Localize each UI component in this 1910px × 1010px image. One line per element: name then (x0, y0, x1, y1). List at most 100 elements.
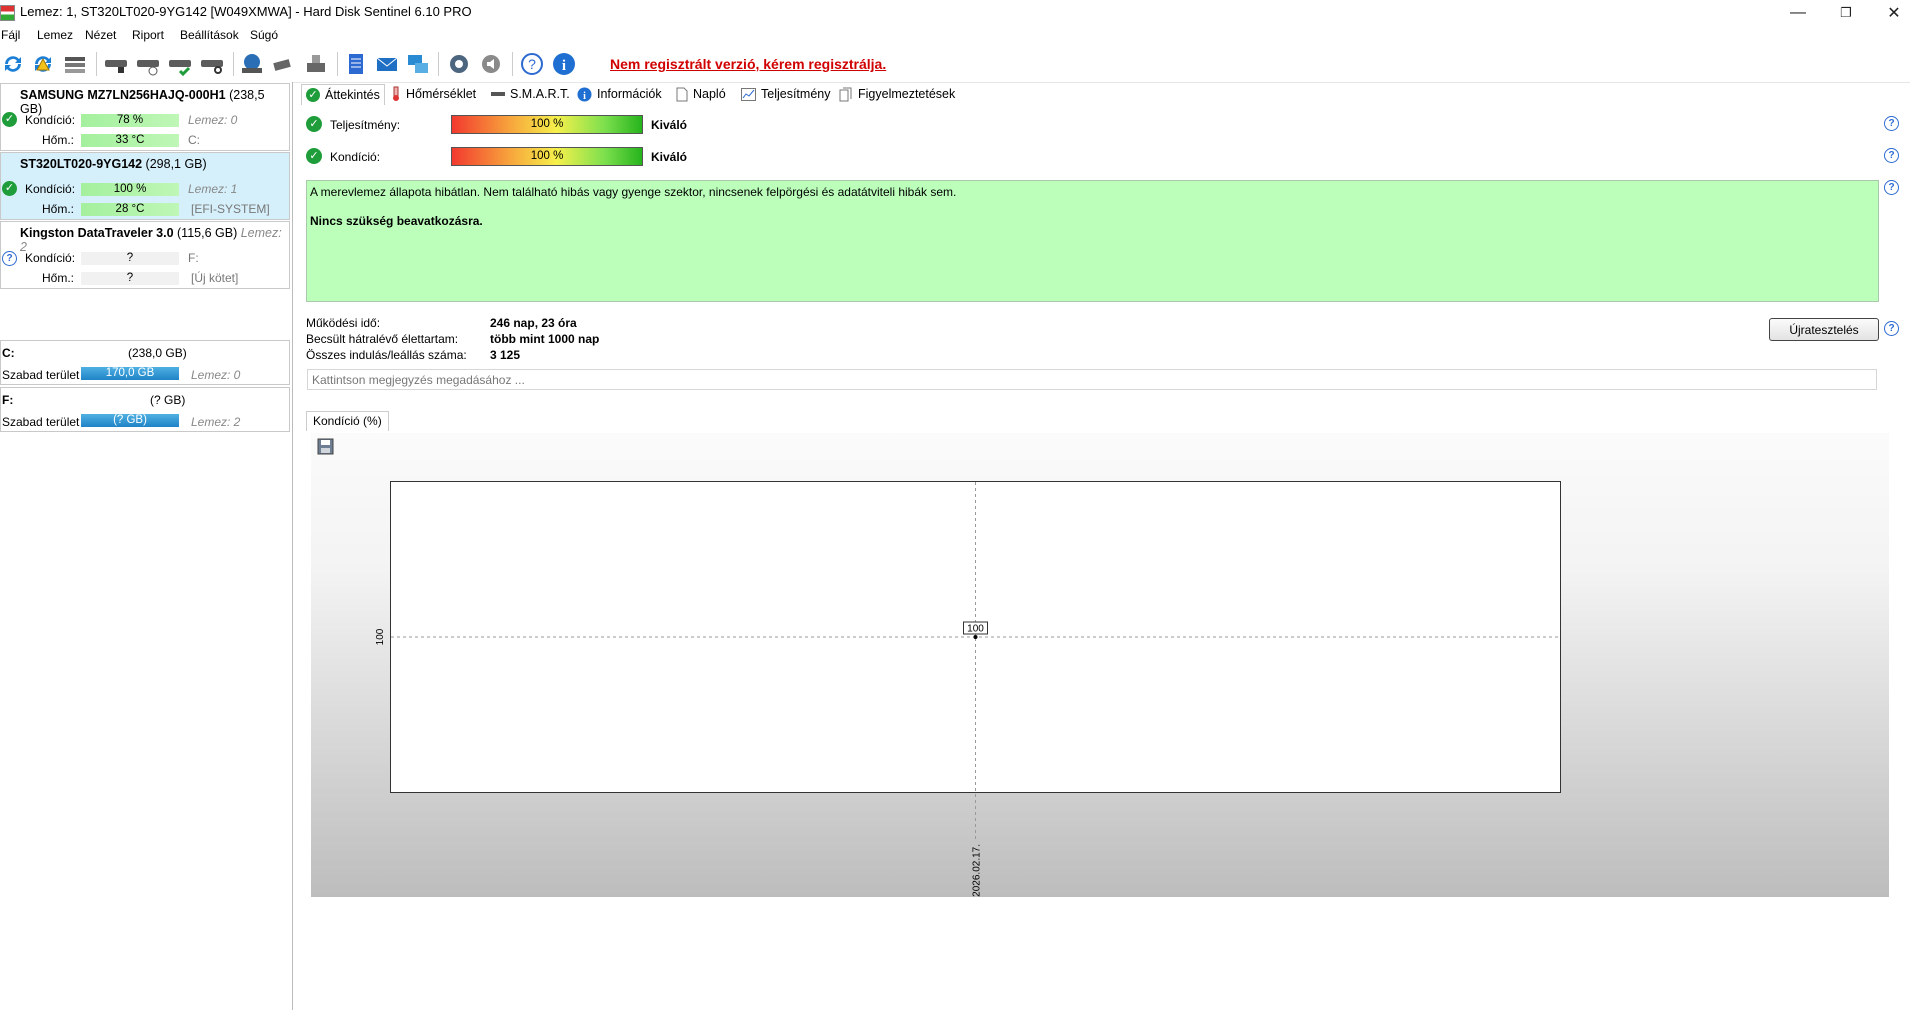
disk-name: ST320LT020-9YG142 (298,1 GB) (20, 157, 207, 171)
condition-label: Kondíció: (330, 150, 381, 164)
condition-label: Kondíció: (25, 113, 76, 127)
tab-smart[interactable]: S.M.A.R.T. (491, 84, 570, 104)
menu-view[interactable]: Nézet (85, 28, 116, 42)
status-action: Nincs szükség beavatkozásra. (310, 214, 483, 228)
svg-text:i: i (583, 91, 586, 102)
retest-button[interactable]: Újratesztelés (1769, 318, 1879, 341)
note-input[interactable]: Kattintson megjegyzés megadásához ... (307, 369, 1877, 390)
title-bar: Lemez: 1, ST320LT020-9YG142 [W049XMWA] -… (0, 0, 1910, 26)
condition-rating: Kiváló (651, 150, 688, 164)
temperature-label: Hőm.: (42, 202, 75, 216)
menu-disk[interactable]: Lemez (37, 28, 73, 42)
ok-check-icon: ✓ (2, 112, 17, 127)
sound-icon[interactable] (478, 51, 504, 77)
disk-number: Lemez: 1 (188, 182, 238, 196)
refresh-warning-icon[interactable] (30, 51, 56, 77)
condition-bar: 78 % (81, 114, 179, 127)
info-icon[interactable]: i (551, 51, 577, 77)
temperature-bar: 33 °C (81, 134, 179, 147)
tab-information[interactable]: i Információk (577, 84, 662, 104)
volume-disk: Lemez: 0 (191, 368, 241, 382)
ok-check-icon: ✓ (306, 116, 322, 132)
status-message-box: A merevlemez állapota hibátlan. Nem talá… (306, 180, 1879, 302)
disk-item-samsung[interactable]: SAMSUNG MZ7LN256HAJQ-000H1 (238,5 GB) ✓ … (0, 83, 290, 151)
volume-item-f[interactable]: F: (? GB) Szabad terület (? GB) Lemez: 2 (0, 387, 290, 432)
toolbar: ? i Nem regisztrált verzió, kérem regisz… (0, 46, 1910, 83)
disk-search-icon[interactable] (199, 51, 225, 77)
menu-report[interactable]: Riport (132, 28, 164, 42)
volume-letter: C: (2, 346, 15, 360)
maximize-button[interactable]: ❐ (1824, 0, 1868, 26)
main-panel: ✓ Áttekintés Hőmérséklet S.M.A.R.T. i In… (295, 82, 1910, 1010)
disk-export-icon[interactable] (303, 51, 329, 77)
documents-icon (839, 87, 852, 101)
volume-label: [Új kötet] (191, 271, 239, 285)
remaining-life-label: Becsült hátralévő élettartam: (306, 332, 459, 346)
disk-icon[interactable] (103, 51, 129, 77)
free-space-label: Szabad terület (2, 368, 80, 382)
disk-check-icon[interactable] (167, 51, 193, 77)
disk-list-panel: SAMSUNG MZ7LN256HAJQ-000H1 (238,5 GB) ✓ … (0, 82, 293, 1010)
tab-performance[interactable]: Teljesítmény (741, 84, 830, 104)
disk-item-kingston[interactable]: Kingston DataTraveler 3.0 (115,6 GB) Lem… (0, 221, 290, 289)
ok-check-icon: ✓ (306, 148, 322, 164)
disk-report-icon[interactable] (239, 51, 265, 77)
condition-label: Kondíció: (25, 251, 76, 265)
unknown-status-icon: ? (2, 251, 17, 266)
help-icon[interactable]: ? (519, 51, 545, 77)
register-link[interactable]: Nem regisztrált verzió, kérem regisztrál… (610, 56, 886, 72)
volume-label: [EFI-SYSTEM] (191, 202, 270, 216)
chart-area: 2026.02.17. 100 100 (311, 433, 1889, 897)
tab-alerts[interactable]: Figyelmeztetések (839, 84, 955, 104)
app-icon (0, 5, 15, 21)
menu-bar: Fájl Lemez Nézet Riport Beállítások Súgó (0, 26, 1910, 46)
start-stop-label: Összes indulás/leállás száma: (306, 348, 467, 362)
temperature-label: Hőm.: (42, 133, 75, 147)
disk-list-icon[interactable] (62, 51, 88, 77)
volume-item-c[interactable]: C: (238,0 GB) Szabad terület 170,0 GB Le… (0, 340, 290, 385)
tab-condition-chart[interactable]: Kondíció (%) (306, 411, 389, 431)
thermometer-icon (393, 86, 399, 101)
ok-check-icon: ✓ (306, 88, 320, 102)
disk-clock-icon[interactable] (135, 51, 161, 77)
svg-text:i: i (562, 58, 566, 74)
help-icon[interactable]: ? (1884, 180, 1899, 195)
menu-help[interactable]: Súgó (250, 28, 278, 42)
data-point (973, 635, 978, 639)
temperature-label: Hőm.: (42, 271, 75, 285)
minimize-button[interactable]: — (1776, 0, 1820, 26)
condition-label: Kondíció: (25, 182, 76, 196)
performance-rating: Kiváló (651, 118, 688, 132)
performance-gauge: 100 % (451, 115, 643, 134)
tab-temperature[interactable]: Hőmérséklet (391, 84, 476, 104)
refresh-icon[interactable] (0, 51, 26, 77)
help-icon[interactable]: ? (1884, 321, 1899, 336)
close-button[interactable]: ✕ (1872, 0, 1910, 26)
condition-gauge: 100 % (451, 147, 643, 166)
disk-number: Lemez: 0 (188, 113, 238, 127)
free-space-bar: 170,0 GB (81, 367, 179, 380)
disk-send-icon[interactable] (271, 51, 297, 77)
tab-log[interactable]: Napló (676, 84, 726, 104)
volume-letter: F: (188, 251, 199, 265)
settings-gear-icon[interactable] (446, 51, 472, 77)
notes-icon[interactable] (343, 51, 369, 77)
menu-settings[interactable]: Beállítások (180, 28, 239, 42)
menu-file[interactable]: Fájl (1, 28, 20, 42)
email-icon[interactable] (374, 51, 400, 77)
status-text: A merevlemez állapota hibátlan. Nem talá… (310, 185, 957, 199)
document-icon (676, 87, 688, 101)
volume-size: (238,0 GB) (128, 346, 187, 360)
uptime-value: 246 nap, 23 óra (490, 316, 577, 330)
volume-letter: F: (2, 393, 14, 407)
network-icon[interactable] (405, 51, 431, 77)
help-icon[interactable]: ? (1884, 116, 1899, 131)
condition-chart: 2026.02.17. 100 100 (375, 481, 1561, 897)
tab-overview[interactable]: ✓ Áttekintés (301, 84, 385, 105)
condition-bar: ? (81, 252, 179, 265)
help-icon[interactable]: ? (1884, 148, 1899, 163)
data-label: 100 (967, 624, 984, 635)
disk-name: SAMSUNG MZ7LN256HAJQ-000H1 (238,5 GB) (20, 88, 265, 116)
disk-item-st320[interactable]: ST320LT020-9YG142 (298,1 GB) ✓ Kondíció:… (0, 152, 290, 220)
window-title: Lemez: 1, ST320LT020-9YG142 [W049XMWA] -… (20, 4, 472, 19)
